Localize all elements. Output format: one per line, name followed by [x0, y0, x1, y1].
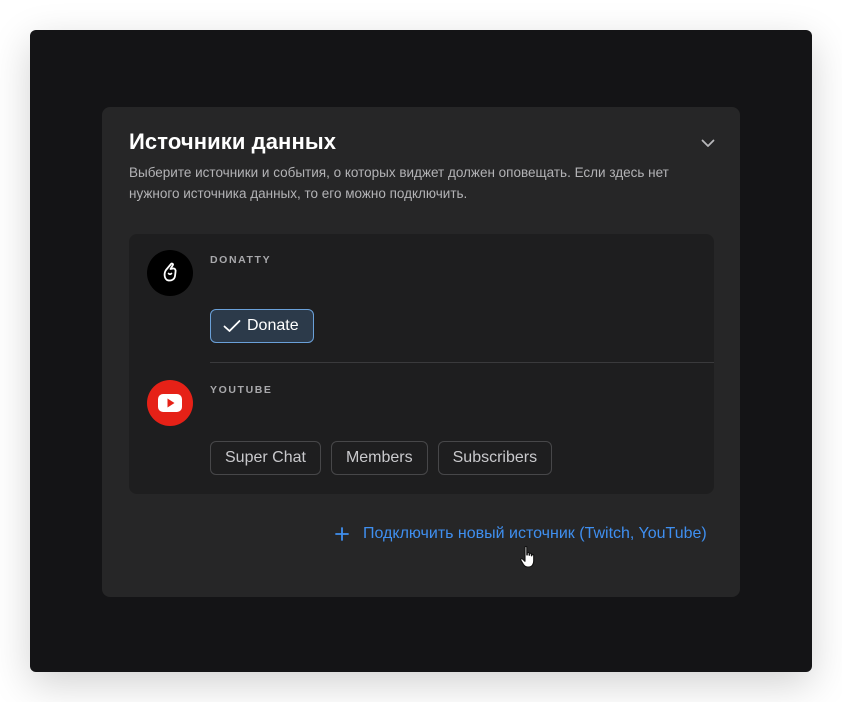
- chevron-down-icon: [701, 139, 715, 147]
- source-name: YOUTUBE: [210, 384, 273, 396]
- source-donatty: DONATTY Donate: [129, 234, 714, 363]
- panel-title: Источники данных: [129, 129, 337, 154]
- chip-label: Members: [345, 449, 413, 466]
- youtube-play-icon: [158, 394, 182, 412]
- event-chip-donate[interactable]: Donate: [210, 309, 314, 343]
- chip-label: Super Chat: [225, 449, 306, 466]
- panel-description: Выберите источники и события, о которых …: [129, 165, 669, 201]
- youtube-logo: [147, 380, 193, 426]
- source-name: DONATTY: [210, 254, 272, 266]
- hand-pointer-cursor-icon: [520, 545, 535, 568]
- sources-list: DONATTY Donate YOUTUBE Super Chat Member…: [129, 234, 714, 494]
- chip-label: Donate: [247, 317, 299, 334]
- donatty-hand-icon: [163, 262, 177, 282]
- event-chip-subscribers[interactable]: Subscribers: [437, 441, 553, 475]
- data-sources-panel: Источники данных Выберите источники и со…: [102, 107, 740, 597]
- event-chips: Donate: [210, 309, 314, 343]
- event-chips: Super Chat Members Subscribers: [210, 441, 553, 475]
- donatty-logo: [147, 250, 193, 296]
- event-chip-super-chat[interactable]: Super Chat: [210, 441, 321, 475]
- widget-editor-backdrop: Источники данных Выберите источники и со…: [30, 30, 812, 672]
- connect-source-link[interactable]: Подключить новый источник (Twitch, YouTu…: [335, 525, 707, 543]
- connect-source-label: Подключить новый источник (Twitch, YouTu…: [363, 525, 707, 542]
- check-icon: [223, 320, 241, 332]
- event-chip-members[interactable]: Members: [330, 441, 428, 475]
- chip-label: Subscribers: [452, 449, 538, 466]
- collapse-button[interactable]: [698, 133, 718, 153]
- source-youtube: YOUTUBE Super Chat Members Subscribers: [129, 363, 714, 494]
- plus-icon: [335, 527, 349, 541]
